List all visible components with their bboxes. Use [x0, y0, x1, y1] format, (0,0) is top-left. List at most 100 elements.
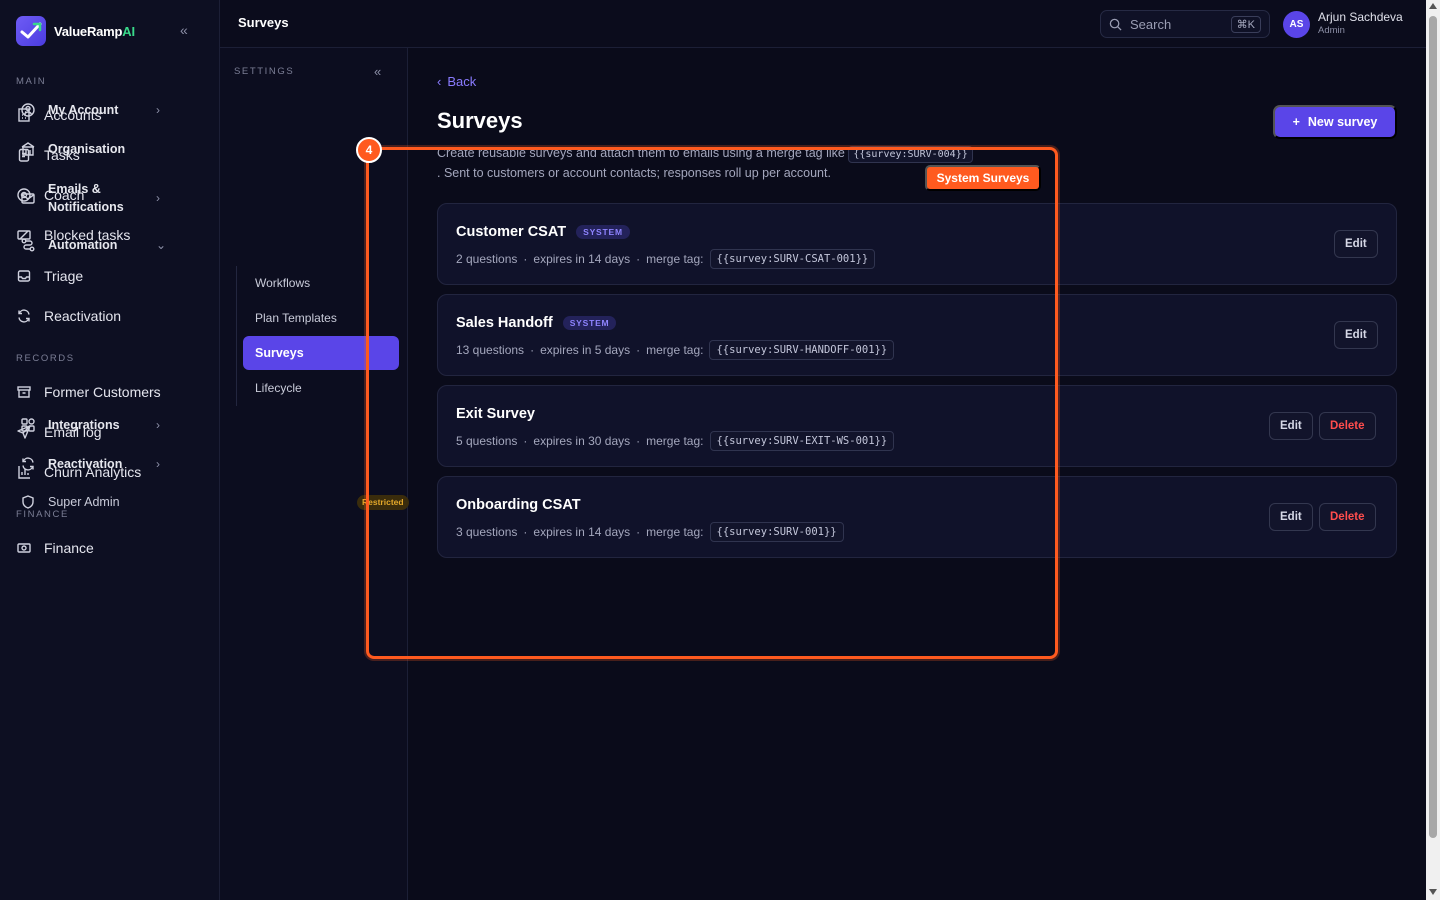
survey-meta: 5 questions · expires in 30 days · merge t…	[456, 431, 895, 451]
chevron-right-icon: ›	[156, 103, 160, 117]
scroll-up-arrow-icon[interactable]	[1429, 3, 1437, 9]
brand-name: ValueRampAI	[54, 23, 135, 39]
chevron-right-icon: ›	[156, 418, 160, 432]
nav-item-triage[interactable]: Triage	[16, 261, 204, 291]
nav-item-label: Reactivation	[44, 308, 122, 324]
submenu-guide-line	[236, 266, 237, 406]
new-survey-button[interactable]: + New survey	[1273, 105, 1397, 139]
search-placeholder: Search	[1130, 16, 1172, 32]
merge-tag-example: {{survey:SURV-004}}	[848, 146, 973, 163]
delete-button[interactable]: Delete	[1319, 412, 1376, 440]
survey-card-customer-csat: Customer CSAT SYSTEM 2 questions · expire…	[437, 203, 1397, 285]
survey-title: Sales Handoff SYSTEM	[456, 315, 617, 331]
merge-tag[interactable]: {{survey:SURV-HANDOFF-001}}	[709, 340, 895, 360]
search-shortcut: ⌘K	[1230, 15, 1261, 33]
page-scrollbar[interactable]	[1426, 0, 1440, 900]
back-link[interactable]: ‹ Back	[437, 74, 476, 89]
merge-tag[interactable]: {{survey:SURV-CSAT-001}}	[709, 249, 876, 269]
user-circle-icon	[21, 103, 35, 117]
logo-icon	[16, 16, 46, 46]
settings-item-super-admin[interactable]: Super Admin	[20, 494, 170, 510]
system-badge: SYSTEM	[562, 316, 617, 330]
nav-item-reactivation[interactable]: Reactivation	[16, 301, 204, 331]
tutorial-step-badge: 4	[356, 137, 382, 163]
building-icon	[21, 142, 35, 156]
plus-icon: +	[1292, 115, 1300, 129]
page-description: Create reusable surveys and attach them …	[437, 143, 977, 183]
settings-item-label: Super Admin	[48, 495, 120, 509]
edit-button[interactable]: Edit	[1269, 412, 1313, 440]
nav-item-label: Former Customers	[44, 384, 161, 400]
scroll-down-arrow-icon[interactable]	[1429, 889, 1437, 895]
chevron-right-icon: ›	[156, 457, 160, 471]
settings-item-label: Integrations	[48, 418, 120, 432]
user-name[interactable]: Arjun Sachdeva	[1318, 10, 1403, 24]
section-label-main: MAIN	[16, 76, 47, 87]
page-header-title: Surveys	[238, 15, 289, 30]
nav-item-label: Finance	[44, 540, 94, 556]
collapse-sidebar-icon[interactable]: «	[180, 22, 188, 38]
settings-sidebar: SETTINGS «	[220, 48, 408, 900]
top-bar: Surveys Search ⌘K AS Arjun Sachdeva Admi…	[220, 0, 1426, 48]
refresh-icon	[22, 457, 34, 471]
nav-item-former-customers[interactable]: Former Customers	[16, 377, 204, 407]
scrollbar-thumb[interactable]	[1429, 16, 1437, 838]
nav-item-finance[interactable]: Finance	[16, 533, 204, 563]
search-input[interactable]: Search ⌘K	[1100, 10, 1270, 38]
chevron-right-icon: ›	[156, 191, 160, 205]
merge-tag[interactable]: {{survey:SURV-001}}	[709, 522, 844, 542]
submenu-item-lifecycle[interactable]: Lifecycle	[255, 381, 302, 395]
settings-item-reactivation[interactable]: Reactivation ›	[20, 456, 170, 472]
user-role: Admin	[1318, 25, 1345, 36]
merge-tag[interactable]: {{survey:SURV-EXIT-WS-001}}	[709, 431, 895, 451]
inbox-icon	[17, 270, 31, 282]
settings-item-label: My Account	[48, 103, 119, 117]
survey-card-exit-survey: Exit Survey 5 questions · expires in 30 d…	[437, 385, 1397, 467]
survey-card-sales-handoff: Sales Handoff SYSTEM 13 questions · expir…	[437, 294, 1397, 376]
submenu-item-workflows[interactable]: Workflows	[255, 276, 310, 290]
survey-title: Exit Survey	[456, 406, 535, 422]
survey-meta: 3 questions · expires in 14 days · merge t…	[456, 522, 844, 542]
search-icon	[1109, 18, 1122, 31]
settings-item-label: Reactivation	[48, 457, 123, 471]
edit-button[interactable]: Edit	[1334, 321, 1378, 349]
settings-item-label: Emails & Notifications	[48, 182, 124, 214]
settings-item-integrations[interactable]: Integrations ›	[20, 417, 170, 433]
delete-button[interactable]: Delete	[1319, 503, 1376, 531]
settings-item-organisation[interactable]: Organisation	[20, 141, 170, 157]
restricted-badge: Restricted	[357, 495, 409, 510]
submenu-item-surveys[interactable]: Surveys	[243, 336, 399, 370]
settings-item-emails-notifications[interactable]: Emails & Notifications ›	[20, 180, 170, 216]
main-sidebar: ValueRampAI « MAIN Accounts Tasks Coach …	[0, 0, 220, 900]
back-label: Back	[447, 74, 477, 89]
section-label-records: RECORDS	[16, 353, 75, 364]
edit-button[interactable]: Edit	[1334, 230, 1378, 258]
refresh-icon	[18, 309, 30, 323]
avatar[interactable]: AS	[1283, 11, 1310, 38]
nav-item-label: Triage	[44, 268, 84, 284]
settings-item-label: Organisation	[48, 142, 126, 156]
new-survey-label: New survey	[1307, 115, 1378, 129]
system-surveys-button[interactable]: System Surveys	[925, 165, 1041, 191]
shield-icon	[22, 495, 34, 509]
archive-icon	[17, 386, 31, 398]
page-title: Surveys	[437, 108, 523, 133]
settings-item-my-account[interactable]: My Account ›	[20, 102, 170, 118]
settings-item-label: Automation	[48, 238, 118, 252]
edit-button[interactable]: Edit	[1269, 503, 1313, 531]
survey-title: Onboarding CSAT	[456, 497, 581, 513]
submenu-item-plan-templates[interactable]: Plan Templates	[255, 311, 337, 325]
brand[interactable]: ValueRampAI	[16, 16, 135, 46]
collapse-settings-icon[interactable]: «	[374, 64, 381, 79]
chevron-left-icon: ‹	[437, 74, 442, 89]
survey-meta: 13 questions · expires in 5 days · merge t…	[456, 340, 895, 360]
settings-item-automation[interactable]: Automation ⌄	[20, 237, 170, 253]
section-label-finance: FINANCE	[16, 509, 69, 520]
survey-card-onboarding-csat: Onboarding CSAT 3 questions · expires in …	[437, 476, 1397, 558]
system-badge: SYSTEM	[576, 225, 630, 239]
grid-icon	[21, 418, 35, 432]
survey-title: Customer CSAT SYSTEM	[456, 224, 630, 240]
chevron-down-icon: ⌄	[156, 238, 167, 252]
settings-label: SETTINGS	[234, 66, 295, 77]
money-icon	[17, 543, 31, 553]
